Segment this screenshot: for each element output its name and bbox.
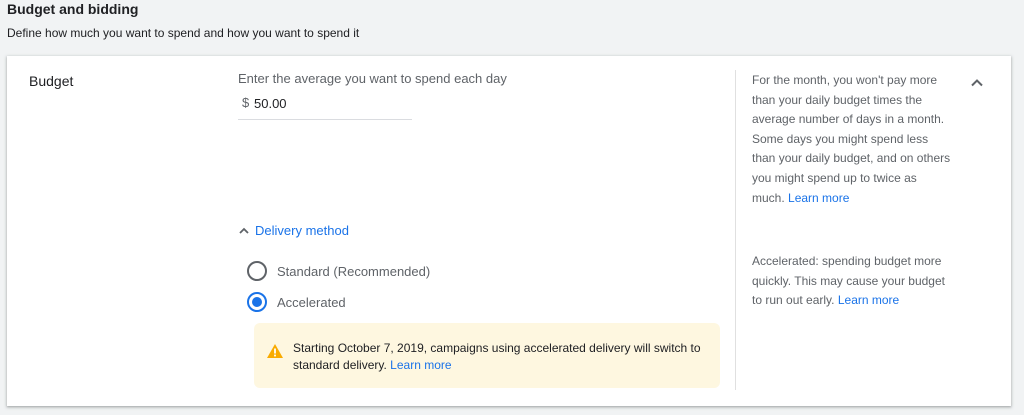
- section-subtitle: Define how much you want to spend and ho…: [7, 26, 360, 40]
- budget-field: $: [238, 92, 412, 120]
- delivery-option-standard[interactable]: Standard (Recommended): [247, 261, 430, 281]
- budget-hint: Enter the average you want to spend each…: [238, 71, 507, 86]
- budget-learn-more-link[interactable]: Learn more: [788, 191, 849, 205]
- currency-symbol: $: [242, 95, 250, 110]
- chevron-up-icon: [971, 79, 983, 87]
- collapse-button[interactable]: [967, 73, 987, 93]
- radio-accelerated-label: Accelerated: [277, 294, 346, 310]
- warning-icon: [267, 344, 283, 358]
- budget-label: Budget: [29, 73, 74, 89]
- budget-help-text: For the month, you won't pay more than y…: [752, 73, 951, 205]
- budget-input[interactable]: [254, 93, 404, 113]
- radio-standard[interactable]: [247, 261, 267, 281]
- chevron-up-icon: [239, 227, 249, 234]
- vertical-divider: [735, 70, 736, 390]
- warning-message: Starting October 7, 2019, campaigns usin…: [293, 340, 703, 374]
- radio-accelerated[interactable]: [247, 292, 267, 312]
- warning-learn-more-link[interactable]: Learn more: [390, 358, 451, 372]
- section-title: Budget and bidding: [7, 1, 139, 17]
- radio-standard-label: Standard (Recommended): [277, 263, 431, 279]
- delivery-help: Accelerated: spending budget more quickl…: [752, 252, 952, 311]
- delivery-option-accelerated[interactable]: Accelerated: [247, 292, 346, 312]
- delivery-learn-more-link[interactable]: Learn more: [838, 293, 899, 307]
- delivery-method-label: Delivery method: [255, 223, 349, 238]
- warning-text: Starting October 7, 2019, campaigns usin…: [293, 341, 701, 372]
- budget-help: For the month, you won't pay more than y…: [752, 71, 952, 208]
- warning-banner: Starting October 7, 2019, campaigns usin…: [254, 323, 720, 388]
- delivery-method-toggle[interactable]: Delivery method: [238, 223, 349, 238]
- budget-card: Budget Enter the average you want to spe…: [7, 56, 1011, 406]
